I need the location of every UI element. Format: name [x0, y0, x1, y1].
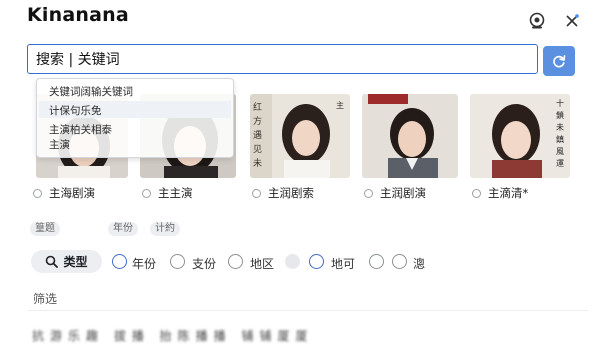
refresh-icon: [553, 55, 566, 68]
divider: [28, 310, 588, 311]
dropdown-item[interactable]: 主演: [49, 137, 70, 152]
search-icon: [46, 255, 59, 268]
type-filter-label: 类型: [63, 255, 88, 269]
result-thumbnail-3[interactable]: 红 方 遇 见 未 主: [250, 94, 350, 178]
filter-radio-disabled: [285, 254, 300, 269]
dropdown-item[interactable]: 计保句乐免: [49, 103, 102, 118]
svg-text:未: 未: [556, 122, 564, 132]
caption-text: 主润剧索: [268, 186, 314, 200]
caption-text: 主润剧演: [380, 186, 426, 200]
autocomplete-dropdown: 关键词阔输关键词 计保句乐免 主演柏关相泰 主演: [36, 78, 234, 158]
results-row-blurred: 抗游乐趣 拔播 抬陈播播 铺铺厦厦: [32, 329, 314, 343]
search-input[interactable]: [36, 49, 529, 69]
radio-icon: [472, 188, 481, 198]
result-thumbnail-5[interactable]: 十 鎖 未 鎮 風 運: [470, 94, 570, 178]
svg-text:红: 红: [253, 101, 262, 113]
tag-chip[interactable]: 年份: [108, 222, 138, 236]
filter-label-region: 地区: [250, 257, 275, 271]
filter-radio-option-5[interactable]: [369, 254, 384, 269]
result-caption-4[interactable]: 主润剧演: [364, 185, 426, 201]
tag-chip[interactable]: 计約: [150, 222, 180, 236]
svg-text:遇: 遇: [253, 130, 262, 141]
svg-text:主: 主: [336, 100, 344, 110]
webcam-icon[interactable]: [526, 10, 548, 32]
radio-icon: [364, 188, 373, 198]
type-filter-button[interactable]: 类型: [31, 250, 102, 273]
filter-radio-region[interactable]: [228, 254, 243, 269]
radio-icon: [252, 188, 261, 198]
section-label: 筛选: [33, 292, 58, 306]
tag-chip[interactable]: 篁题: [30, 222, 60, 236]
svg-text:運: 運: [556, 159, 564, 168]
caption-text: 主滴清*: [488, 186, 529, 200]
svg-text:方: 方: [253, 115, 262, 127]
filter-radio-year[interactable]: [112, 254, 127, 269]
filter-radio-option-4[interactable]: [309, 254, 324, 269]
app-title: Kinanana: [27, 4, 129, 26]
result-thumbnail-4[interactable]: [362, 94, 458, 178]
filter-label-option-6: 漗: [413, 257, 426, 271]
svg-text:鎖: 鎖: [556, 110, 564, 120]
filter-label-year: 年份: [132, 257, 157, 271]
search-box[interactable]: [27, 44, 538, 74]
dropdown-item[interactable]: 主演柏关相泰: [49, 122, 112, 137]
radio-icon: [142, 188, 151, 198]
svg-text:十: 十: [556, 98, 564, 108]
filter-label-option-4: 地可: [331, 257, 356, 271]
refresh-button[interactable]: [543, 46, 575, 76]
svg-text:風: 風: [556, 147, 564, 156]
filter-radio-option-6[interactable]: [392, 254, 407, 269]
svg-text:见: 见: [253, 144, 262, 155]
result-caption-1[interactable]: 主海剧演: [33, 185, 95, 201]
dropdown-item[interactable]: 关键词阔输关键词: [49, 84, 133, 99]
close-icon[interactable]: [561, 10, 583, 32]
svg-text:鎮: 鎮: [556, 134, 564, 144]
radio-icon: [33, 188, 42, 198]
filter-radio-option-2[interactable]: [170, 254, 185, 269]
caption-text: 主主演: [158, 186, 193, 200]
result-caption-2[interactable]: 主主演: [142, 185, 193, 201]
result-caption-3[interactable]: 主润剧索: [252, 185, 314, 201]
filter-label-option-2: 支份: [192, 257, 217, 271]
caption-text: 主海剧演: [49, 186, 95, 200]
result-caption-5[interactable]: 主滴清*: [472, 185, 528, 201]
svg-text:未: 未: [253, 157, 262, 169]
